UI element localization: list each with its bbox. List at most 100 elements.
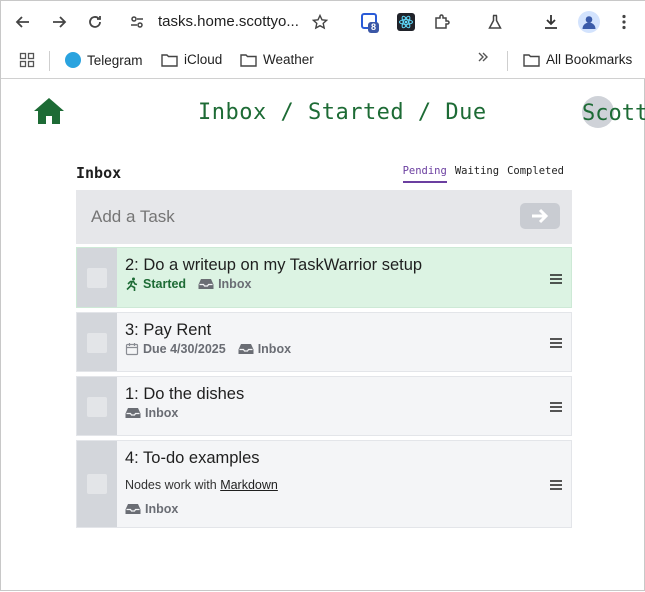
add-task-button[interactable] bbox=[520, 203, 560, 229]
task-project: Inbox bbox=[125, 502, 178, 516]
arrow-left-icon bbox=[15, 16, 29, 28]
task-menu-icon[interactable] bbox=[549, 337, 563, 349]
all-bookmarks-button[interactable]: All Bookmarks bbox=[523, 52, 632, 67]
running-person-icon bbox=[126, 277, 138, 291]
task-body: 3: Pay Rent Due 4/30/2025 Inbox bbox=[117, 313, 571, 371]
task-status: Started bbox=[125, 277, 186, 291]
telegram-icon bbox=[65, 52, 81, 68]
task-due-label: Due 4/30/2025 bbox=[143, 342, 226, 356]
task-title: 1: Do the dishes bbox=[125, 385, 245, 403]
task-panel: Inbox Pending Waiting Completed Add a Ta… bbox=[76, 160, 572, 528]
back-button[interactable] bbox=[11, 10, 35, 34]
add-task-row bbox=[76, 190, 572, 244]
site-info-button[interactable] bbox=[125, 10, 149, 34]
panel-header: Inbox Pending Waiting Completed bbox=[76, 160, 572, 190]
task-status-label: Started bbox=[143, 277, 187, 291]
task-item[interactable]: 4: To-do examples Nodes work with Markdo… bbox=[76, 440, 572, 528]
task-check-column bbox=[77, 248, 117, 307]
downloads-button[interactable] bbox=[539, 10, 563, 34]
extension-badge-count: 8 bbox=[368, 22, 380, 33]
browser-menu-button[interactable] bbox=[612, 10, 636, 34]
task-project-label: Inbox bbox=[145, 406, 179, 420]
task-meta: Inbox bbox=[125, 502, 563, 516]
task-meta: Due 4/30/2025 Inbox bbox=[125, 342, 563, 356]
extensions-button[interactable] bbox=[430, 10, 454, 34]
task-title: 3: Pay Rent bbox=[125, 321, 212, 339]
bookmarks-bar: Telegram iCloud Weather All Bookmarks bbox=[1, 43, 645, 79]
bookmark-weather[interactable]: Weather bbox=[240, 52, 314, 67]
task-menu-icon[interactable] bbox=[549, 479, 563, 491]
task-body: 2: Do a writeup on my TaskWarrior setup … bbox=[117, 248, 571, 307]
extension-button[interactable]: 8 bbox=[361, 11, 381, 33]
task-check-column bbox=[77, 441, 117, 527]
task-due: Due 4/30/2025 bbox=[125, 342, 226, 356]
puzzle-icon bbox=[435, 14, 450, 29]
bookmark-label: Weather bbox=[263, 52, 314, 67]
profile-avatar[interactable] bbox=[578, 11, 600, 33]
browser-window: tasks.home.scottyo... 8 Telegram iCloud … bbox=[0, 0, 645, 591]
browser-toolbar: tasks.home.scottyo... 8 bbox=[1, 1, 645, 43]
task-menu-icon[interactable] bbox=[549, 273, 563, 285]
task-project-label: Inbox bbox=[257, 342, 292, 356]
bookmark-icloud[interactable]: iCloud bbox=[161, 52, 222, 67]
panel-title: Inbox bbox=[76, 164, 122, 182]
bookmark-label: Telegram bbox=[87, 52, 143, 68]
tune-icon bbox=[131, 16, 143, 28]
react-devtools-icon[interactable] bbox=[397, 13, 415, 31]
person-icon bbox=[582, 16, 596, 29]
bookmark-star-button[interactable] bbox=[308, 10, 332, 34]
tab-completed[interactable]: Completed bbox=[507, 165, 564, 183]
status-tabs: Pending Waiting Completed bbox=[402, 165, 564, 183]
chevron-double-right-icon bbox=[478, 52, 488, 62]
home-button[interactable] bbox=[33, 97, 65, 125]
user-name[interactable]: Scott bbox=[582, 101, 645, 126]
calendar-icon bbox=[125, 343, 139, 356]
add-task-input[interactable] bbox=[91, 207, 491, 227]
task-project: Inbox bbox=[125, 406, 178, 420]
more-vert-icon bbox=[622, 14, 626, 30]
tab-waiting[interactable]: Waiting bbox=[455, 165, 499, 183]
download-icon bbox=[545, 15, 557, 29]
task-meta: Started Inbox bbox=[125, 277, 563, 291]
bookmarks-divider bbox=[507, 51, 508, 71]
task-checkbox[interactable] bbox=[87, 474, 107, 494]
address-bar[interactable]: tasks.home.scottyo... bbox=[158, 13, 299, 30]
task-item[interactable]: 1: Do the dishes Inbox bbox=[76, 376, 572, 436]
task-project: Inbox bbox=[198, 277, 251, 291]
task-check-column bbox=[77, 313, 117, 371]
inbox-tray-icon bbox=[198, 279, 214, 289]
task-item[interactable]: 3: Pay Rent Due 4/30/2025 Inbox bbox=[76, 312, 572, 372]
reload-button[interactable] bbox=[83, 10, 107, 34]
task-title: 4: To-do examples bbox=[125, 449, 260, 467]
task-project: Inbox bbox=[238, 342, 291, 356]
task-meta: Inbox bbox=[125, 406, 563, 420]
task-checkbox[interactable] bbox=[87, 268, 107, 288]
flask-icon bbox=[488, 14, 502, 29]
folder-icon bbox=[523, 53, 540, 67]
apps-button[interactable] bbox=[15, 48, 39, 72]
markdown-link[interactable]: Markdown bbox=[220, 478, 278, 492]
folder-icon bbox=[240, 53, 257, 67]
task-check-column bbox=[77, 377, 117, 435]
page-title: Inbox / Started / Due bbox=[198, 100, 487, 125]
star-icon bbox=[312, 14, 328, 30]
forward-button[interactable] bbox=[47, 10, 71, 34]
inbox-tray-icon bbox=[238, 344, 254, 354]
bookmark-telegram[interactable]: Telegram bbox=[65, 52, 143, 68]
task-item[interactable]: 2: Do a writeup on my TaskWarrior setup … bbox=[76, 247, 572, 308]
task-body: 1: Do the dishes Inbox bbox=[117, 377, 571, 435]
task-checkbox[interactable] bbox=[87, 333, 107, 353]
labs-button[interactable] bbox=[483, 10, 507, 34]
task-body: 4: To-do examples Nodes work with Markdo… bbox=[117, 441, 571, 527]
task-title: 2: Do a writeup on my TaskWarrior setup bbox=[125, 256, 423, 274]
folder-icon bbox=[161, 53, 178, 67]
more-bookmarks-button[interactable] bbox=[476, 50, 490, 64]
tab-pending[interactable]: Pending bbox=[402, 165, 447, 183]
task-project-label: Inbox bbox=[218, 277, 252, 291]
task-notes-text: Nodes work with bbox=[125, 478, 217, 492]
task-menu-icon[interactable] bbox=[549, 401, 563, 413]
apps-grid-icon bbox=[19, 52, 35, 68]
app-content: Inbox / Started / Due Scott Inbox Pendin… bbox=[1, 80, 645, 592]
task-checkbox[interactable] bbox=[87, 397, 107, 417]
all-bookmarks-label: All Bookmarks bbox=[546, 52, 633, 67]
